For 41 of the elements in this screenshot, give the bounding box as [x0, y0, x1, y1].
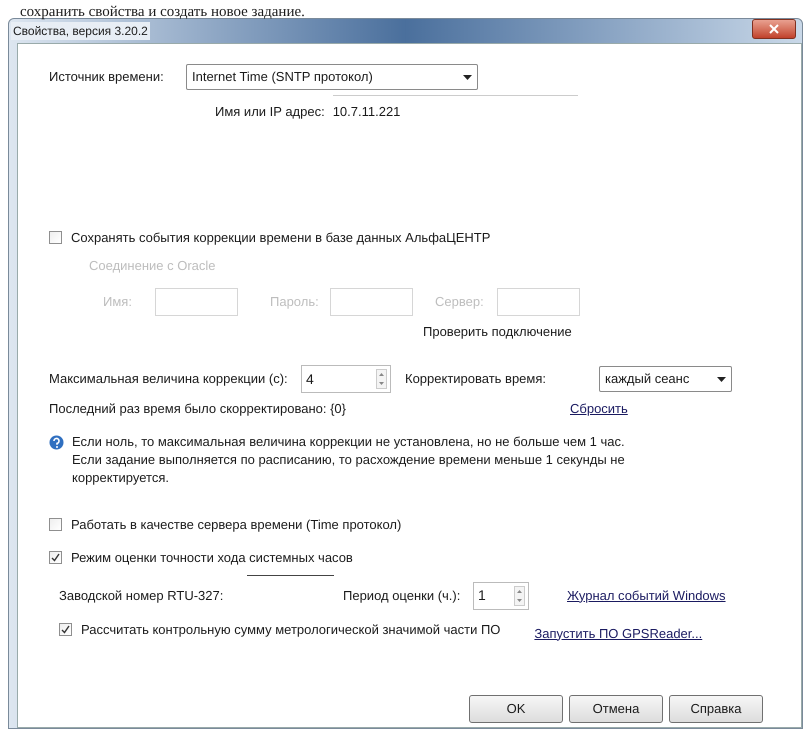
page-text: сохранить свойства и создать новое задание. — [20, 4, 305, 20]
spinner-field[interactable]: 4 — [301, 365, 391, 393]
address-field[interactable]: 10.7.11.221 — [332, 94, 578, 121]
dialog-button[interactable]: OK — [469, 695, 563, 723]
checkbox[interactable] — [59, 622, 72, 636]
group-label: Соединение с Oracle — [89, 257, 216, 275]
field-label: Корректировать время: — [405, 370, 548, 388]
field-label: Максимальная величина коррекции (с): — [49, 370, 289, 388]
field-label: Пароль: — [270, 292, 320, 311]
spin-arrows-icon[interactable] — [514, 586, 525, 606]
info-text: Если задание выполняется по расписанию, то расхождение времени меньше 1 секунды не корректируется. — [72, 450, 626, 486]
field-label: Заводской номер RTU-327: — [59, 586, 224, 605]
gps-link[interactable]: Запустить ПО GPSReader... — [534, 624, 702, 643]
field-label: Источник времени: — [49, 68, 165, 86]
checkbox[interactable] — [49, 230, 62, 244]
dropdown[interactable]: Internet Time (SNTP протокол) — [186, 64, 478, 90]
spinner-field[interactable]: 1 — [473, 582, 529, 610]
field-label: Период оценки (ч.): — [343, 586, 462, 605]
help-icon — [49, 434, 64, 450]
field-label: Имя: — [103, 292, 133, 311]
status-text: Последний раз время было скорректировано: {0} — [49, 400, 348, 418]
dialog-button[interactable]: Справка — [669, 695, 763, 723]
checkbox-label: Работать в качестве сервера времени (Time протокол) — [71, 516, 402, 534]
field-label: Сервер: — [435, 292, 485, 311]
close-button[interactable] — [752, 19, 796, 39]
reset-link[interactable]: Сбросить — [570, 399, 628, 418]
window-title: Свойства, версия 3.20.2 — [11, 22, 150, 40]
caret-icon — [463, 74, 472, 80]
checkbox-label: Рассчитать контрольную сумму метрологической значимой части ПО — [81, 620, 500, 639]
dropdown[interactable]: каждый сеанс — [599, 366, 732, 392]
events-link[interactable]: Журнал событий Windows — [567, 586, 726, 606]
close-icon — [769, 24, 779, 34]
checkbox[interactable] — [49, 518, 62, 531]
info-text: Если ноль, то максимальная величина коррекции не установлена, но не больше чем 1 час. — [72, 432, 626, 450]
spin-arrows-icon[interactable] — [376, 369, 387, 389]
dialog-button[interactable]: Отмена — [569, 695, 663, 723]
checkbox-label: Сохранять события коррекции времени в базе данных АльфаЦЕНТР — [71, 228, 490, 247]
checkbox-label: Режим оценки точности хода системных часов — [71, 549, 353, 567]
field-label: Имя или IP адрес: — [215, 103, 325, 121]
caret-icon — [717, 376, 726, 382]
checkbox[interactable] — [49, 551, 62, 564]
